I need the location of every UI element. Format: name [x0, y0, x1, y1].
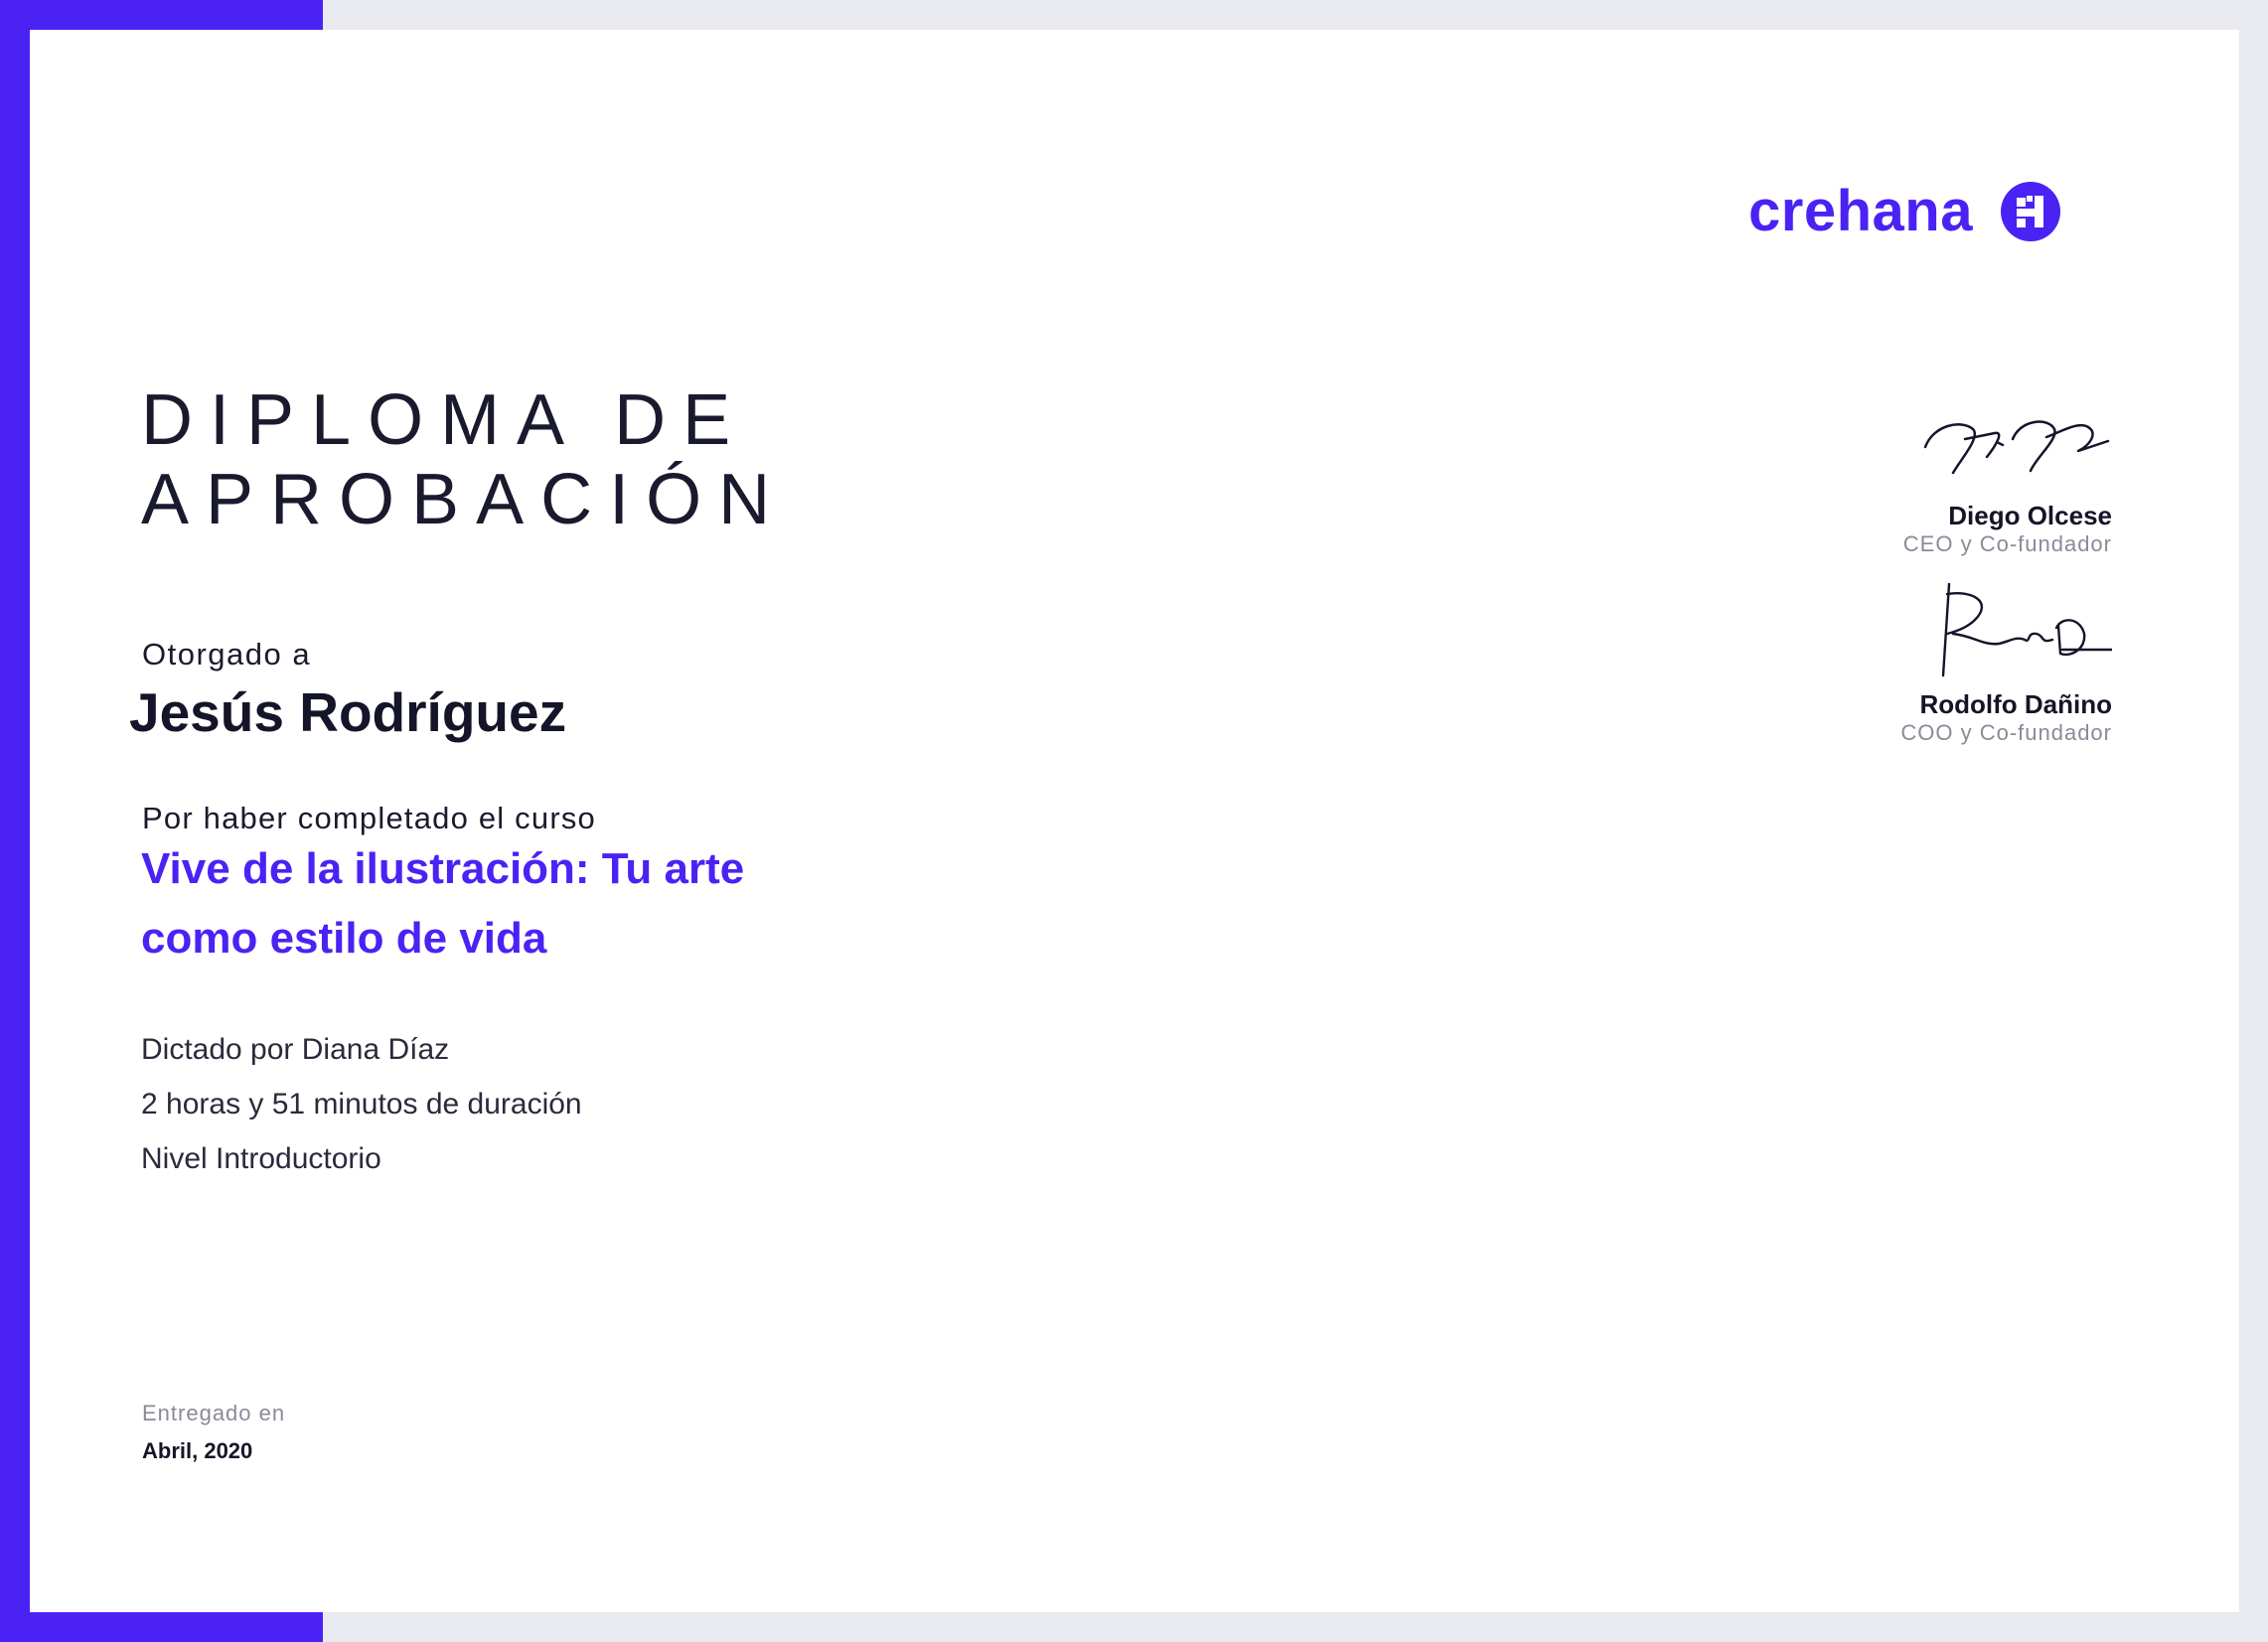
recipient-name: Jesús Rodríguez: [129, 681, 567, 743]
signer-block-coo: Rodolfo Dañino COO y Co-fundador: [1754, 576, 2112, 747]
awarded-label: Otorgado a: [142, 637, 312, 672]
duration-text: 2 horas y 51 minutos de duración: [141, 1088, 582, 1120]
course-title: Vive de la ilustración: Tu arte como est…: [141, 844, 745, 963]
signature-coo-icon: [1941, 582, 2112, 677]
crehana-logo-icon: [2000, 182, 2060, 241]
accent-bar-top: [0, 0, 323, 30]
signer-role-coo: COO y Co-fundador: [1900, 720, 2112, 745]
completed-label: Por haber completado el curso: [142, 801, 596, 835]
level-text: Nivel Introductorio: [141, 1142, 381, 1175]
delivered-label: Entregado en: [142, 1401, 286, 1425]
signer-role-ceo: CEO y Co-fundador: [1902, 531, 2112, 556]
logo-wordmark: crehana: [1748, 179, 1973, 243]
signer-name-coo: Rodolfo Dañino: [1919, 689, 2112, 719]
signer-name-ceo: Diego Olcese: [1948, 501, 2112, 530]
accent-bar-bottom: [0, 1612, 323, 1642]
instructor-text: Dictado por Diana Díaz: [141, 1033, 450, 1066]
signer-block-ceo: Diego Olcese CEO y Co-fundador: [1754, 385, 2112, 558]
delivered-date: Abril, 2020: [142, 1438, 253, 1463]
diploma-title-line-1: DIPLOMA DE: [141, 380, 748, 460]
accent-bar-left: [0, 0, 30, 1642]
diploma-title: DIPLOMA DE APROBACIÓN: [141, 380, 787, 539]
signature-ceo-icon: [1923, 420, 2110, 475]
diploma-title-line-2: APROBACIÓN: [141, 460, 788, 539]
crehana-logo: crehana: [1748, 177, 2060, 246]
